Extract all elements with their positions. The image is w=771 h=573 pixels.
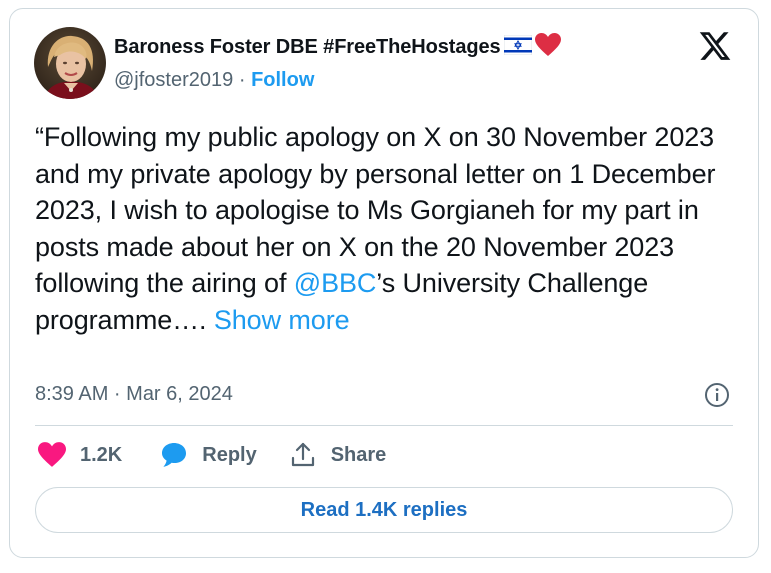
- show-more-link[interactable]: Show more: [214, 305, 350, 335]
- timestamp[interactable]: 8:39 AM · Mar 6, 2024: [35, 383, 233, 406]
- author-name-row[interactable]: Baroness Foster DBE #FreeTheHostages: [114, 33, 561, 62]
- speech-bubble-icon: [162, 443, 187, 467]
- read-replies-button[interactable]: Read 1.4K replies: [35, 487, 733, 533]
- like-count: 1.2K: [80, 443, 123, 466]
- action-bar: 1.2K Reply Share: [38, 441, 420, 469]
- display-name[interactable]: Baroness Foster DBE #FreeTheHostages: [114, 36, 501, 59]
- reply-button[interactable]: Reply: [160, 441, 257, 469]
- mention-link[interactable]: @BBC: [294, 268, 377, 298]
- follow-button[interactable]: Follow: [251, 69, 314, 91]
- tweet-text: “Following my public apology on X on 30 …: [35, 119, 740, 338]
- separator-dot: ·: [238, 69, 246, 91]
- handle-row: @jfoster2019 · Follow: [114, 69, 314, 92]
- divider: [35, 425, 733, 426]
- info-icon[interactable]: [704, 382, 730, 408]
- avatar[interactable]: [34, 27, 106, 99]
- reply-label: Reply: [202, 443, 257, 466]
- tweet-card[interactable]: Baroness Foster DBE #FreeTheHostages @jf…: [9, 8, 759, 558]
- heart-icon: [38, 442, 66, 467]
- x-logo-icon[interactable]: [698, 29, 732, 63]
- handle[interactable]: @jfoster2019: [114, 69, 233, 91]
- israel-flag-icon: [503, 34, 532, 60]
- share-icon: [291, 442, 314, 467]
- share-label: Share: [330, 443, 387, 466]
- share-button[interactable]: Share: [289, 441, 387, 469]
- like-button[interactable]: 1.2K: [38, 442, 122, 468]
- red-heart-icon: [534, 33, 561, 62]
